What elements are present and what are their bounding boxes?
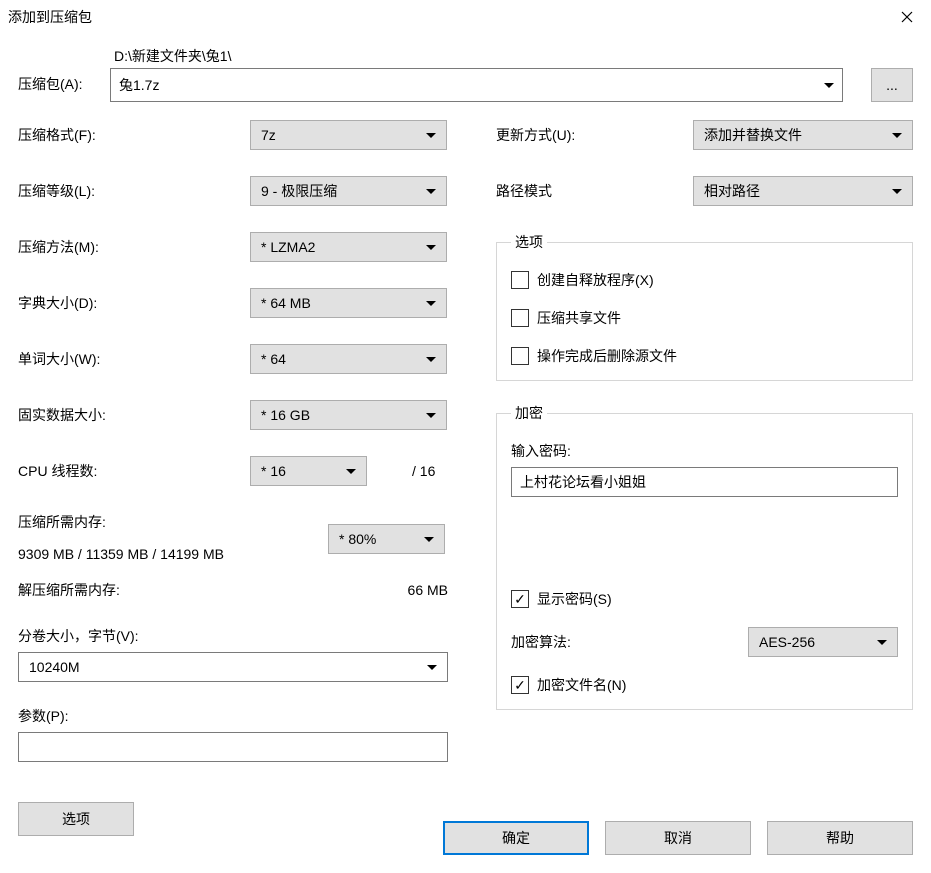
level-select[interactable]: 9 - 极限压缩 (250, 176, 447, 206)
format-label: 压缩格式(F): (18, 125, 250, 145)
update-value: 添加并替换文件 (704, 125, 802, 145)
update-select[interactable]: 添加并替换文件 (693, 120, 913, 150)
help-button[interactable]: 帮助 (767, 821, 913, 855)
enc-alg-value: AES-256 (759, 634, 815, 650)
show-password-checkbox[interactable] (511, 590, 529, 608)
chevron-down-icon (424, 537, 434, 542)
solid-label: 固实数据大小: (18, 405, 250, 425)
word-select[interactable]: * 64 (250, 344, 447, 374)
dict-label: 字典大小(D): (18, 293, 250, 313)
archive-path: D:\新建文件夹\兔1\ (110, 46, 843, 66)
password-label: 输入密码: (511, 441, 898, 461)
level-value: 9 - 极限压缩 (261, 181, 337, 201)
mem-decomp-label: 解压缩所需内存: (18, 580, 120, 600)
pathmode-select[interactable]: 相对路径 (693, 176, 913, 206)
threads-total: / 16 (412, 463, 435, 479)
threads-select[interactable]: * 16 (250, 456, 367, 486)
chevron-down-icon (426, 413, 436, 418)
mem-pct-value: * 80% (339, 531, 376, 547)
volume-value: 10240M (29, 659, 80, 675)
window-title: 添加到压缩包 (8, 7, 92, 27)
encryption-fieldset: 加密 输入密码: 显示密码(S) 加密算法: AES-256 (496, 403, 913, 710)
chevron-down-icon (427, 665, 437, 670)
method-value: * LZMA2 (261, 239, 315, 255)
archive-label: 压缩包(A): (18, 74, 100, 102)
format-select[interactable]: 7z (250, 120, 447, 150)
archive-name-combo[interactable] (110, 68, 843, 102)
help-label: 帮助 (826, 828, 854, 848)
params-input[interactable] (18, 732, 448, 762)
cancel-label: 取消 (664, 828, 692, 848)
method-select[interactable]: * LZMA2 (250, 232, 447, 262)
shared-checkbox[interactable] (511, 309, 529, 327)
dict-value: * 64 MB (261, 295, 311, 311)
delete-checkbox[interactable] (511, 347, 529, 365)
show-password-label: 显示密码(S) (537, 589, 612, 609)
chevron-down-icon (426, 357, 436, 362)
chevron-down-icon (346, 469, 356, 474)
ok-label: 确定 (502, 828, 530, 848)
threads-value: * 16 (261, 463, 286, 479)
enc-alg-select[interactable]: AES-256 (748, 627, 898, 657)
options-button-label: 选项 (62, 809, 90, 829)
close-icon (901, 11, 913, 23)
solid-value: * 16 GB (261, 407, 310, 423)
delete-label: 操作完成后删除源文件 (537, 346, 677, 366)
browse-button[interactable]: ... (871, 68, 913, 102)
sfx-checkbox[interactable] (511, 271, 529, 289)
word-label: 单词大小(W): (18, 349, 250, 369)
chevron-down-icon (426, 301, 436, 306)
options-legend: 选项 (511, 232, 547, 252)
chevron-down-icon (426, 133, 436, 138)
params-label: 参数(P): (18, 706, 448, 726)
enc-alg-label: 加密算法: (511, 632, 571, 652)
shared-label: 压缩共享文件 (537, 308, 621, 328)
encryption-legend: 加密 (511, 403, 547, 423)
options-fieldset: 选项 创建自释放程序(X) 压缩共享文件 操作完成后删除源文件 (496, 232, 913, 381)
chevron-down-icon (892, 133, 902, 138)
chevron-down-icon (426, 189, 436, 194)
level-label: 压缩等级(L): (18, 181, 250, 201)
archive-name-input[interactable] (119, 77, 824, 93)
update-label: 更新方式(U): (496, 125, 575, 145)
pathmode-label: 路径模式 (496, 181, 552, 201)
word-value: * 64 (261, 351, 286, 367)
dict-select[interactable]: * 64 MB (250, 288, 447, 318)
solid-select[interactable]: * 16 GB (250, 400, 447, 430)
chevron-down-icon (877, 640, 887, 645)
sfx-label: 创建自释放程序(X) (537, 270, 654, 290)
threads-label: CPU 线程数: (18, 461, 250, 481)
mem-comp-label: 压缩所需内存: (18, 512, 328, 532)
options-button[interactable]: 选项 (18, 802, 134, 836)
volume-label: 分卷大小，字节(V): (18, 626, 448, 646)
pathmode-value: 相对路径 (704, 181, 760, 201)
password-input[interactable] (511, 467, 898, 497)
chevron-down-icon (426, 245, 436, 250)
encrypt-names-label: 加密文件名(N) (537, 675, 626, 695)
mem-pct-select[interactable]: * 80% (328, 524, 445, 554)
mem-decomp-value: 66 MB (408, 582, 448, 598)
encrypt-names-checkbox[interactable] (511, 676, 529, 694)
titlebar: 添加到压缩包 (0, 0, 931, 34)
mem-comp-value: 9309 MB / 11359 MB / 14199 MB (18, 546, 328, 562)
method-label: 压缩方法(M): (18, 237, 250, 257)
format-value: 7z (261, 127, 276, 143)
close-button[interactable] (895, 5, 919, 29)
volume-combo[interactable]: 10240M (18, 652, 448, 682)
cancel-button[interactable]: 取消 (605, 821, 751, 855)
browse-label: ... (886, 77, 898, 93)
chevron-down-icon (824, 83, 834, 88)
chevron-down-icon (892, 189, 902, 194)
ok-button[interactable]: 确定 (443, 821, 589, 855)
